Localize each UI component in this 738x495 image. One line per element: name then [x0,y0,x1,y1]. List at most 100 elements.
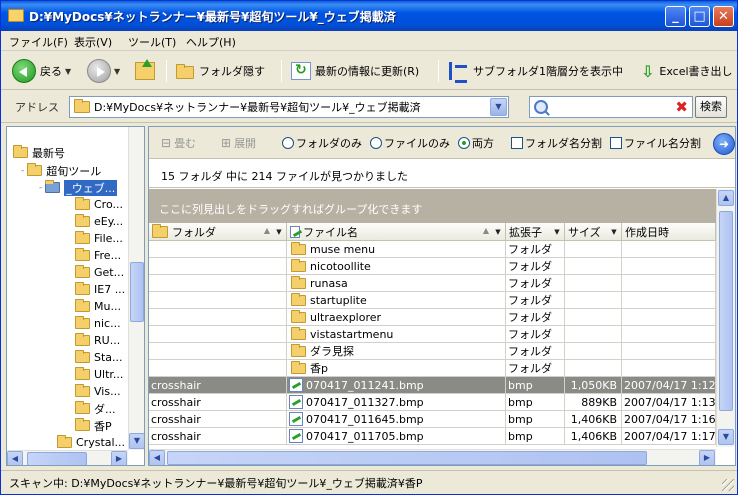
tree-item[interactable]: nic... [75,315,121,332]
tree-item[interactable]: Cro... [75,196,123,213]
address-dropdown-button[interactable]: ▼ [490,98,507,116]
scroll-down-button[interactable]: ▼ [129,433,144,449]
back-button[interactable]: 戻る ▼ [12,58,71,84]
address-input[interactable]: D:¥MyDocs¥ネットランナー¥最新号¥超旬ツール¥_ウェブ掲載済 ▼ [69,96,509,118]
radio-folders-only[interactable]: フォルダのみ [282,135,362,151]
hide-folders-button[interactable]: フォルダ隠す [175,58,265,84]
column-header-size[interactable]: サイズ ▼ [565,223,622,241]
table-row[interactable]: nicotoollite フォルダ [149,258,716,275]
tree-item[interactable]: Crystal... [57,434,125,451]
filter-dropdown-icon[interactable]: ▼ [609,227,619,237]
tree-item[interactable]: Sta... [75,349,123,366]
search-button[interactable]: 検索 [695,96,727,118]
refresh-button[interactable]: 最新の情報に更新(R) [291,58,419,84]
tree-item[interactable]: Get... [75,264,124,281]
forward-button[interactable]: ▼ [87,58,120,84]
scrollbar-thumb[interactable] [27,452,87,465]
cell-ext: フォルダ [506,292,565,309]
cell-name: ultraexplorer [287,309,506,326]
tree-item-selected[interactable]: - _ウェブ... [39,179,118,196]
resize-grip-icon[interactable] [722,479,734,491]
column-header-ext[interactable]: 拡張子 ▼ [506,223,565,241]
tree-item[interactable]: Ultr... [75,366,123,383]
scrollbar-thumb[interactable] [167,451,647,465]
table-row[interactable]: startuplite フォルダ [149,292,716,309]
minimize-button[interactable]: _ [665,6,686,27]
checkbox-split-folder-name[interactable]: フォルダ名分割 [511,135,602,151]
cell-size [565,241,622,258]
scroll-down-button[interactable]: ▼ [718,429,734,445]
scrollbar-thumb[interactable] [719,211,733,411]
tree-item[interactable]: - 超旬ツール [21,162,101,179]
folder-icon [291,292,306,306]
table-row[interactable]: muse menu フォルダ [149,241,716,258]
scroll-up-button[interactable]: ▲ [718,190,734,206]
cell-text: 香p [310,362,328,375]
collapse-button[interactable]: ⊟ 畳む [161,135,196,151]
tree-item[interactable]: eEy... [75,213,123,230]
folder-tree[interactable]: 最新号 - 超旬ツール - _ウェブ... Cro... eEy... File..… [6,126,145,466]
scroll-left-button[interactable]: ◀ [7,451,23,465]
close-button[interactable]: ✕ [713,6,734,27]
table-row[interactable]: runasa フォルダ [149,275,716,292]
cell-ext: フォルダ [506,360,565,377]
menu-view[interactable]: 表示(V) [74,34,112,50]
menu-help[interactable]: ヘルプ(H) [186,34,236,50]
group-by-area[interactable]: ここに列見出しをドラッグすればグループ化できます [149,189,716,223]
cell-ext: フォルダ [506,326,565,343]
table-row[interactable]: vistastartmenu フォルダ [149,326,716,343]
folder-icon [291,275,306,289]
tree-item[interactable]: Fre... [75,247,121,264]
tree-item[interactable]: 最新号 [13,144,65,161]
tree-item[interactable]: Mu... [75,298,121,315]
tree-item[interactable]: IE7 ... [75,281,125,298]
cell-folder [149,360,287,377]
filter-dropdown-icon[interactable]: ▼ [493,227,503,237]
scroll-right-button[interactable]: ▶ [111,451,127,465]
tree-item[interactable]: 香P [75,417,112,434]
grid-horizontal-scrollbar[interactable]: ◀ ▶ [149,449,716,465]
table-row[interactable]: ultraexplorer フォルダ [149,309,716,326]
tree-horizontal-scrollbar[interactable]: ◀ ▶ [7,450,128,465]
download-arrow-icon: ⇩ [641,61,655,81]
column-header-folder[interactable]: フォルダ ▲ ▼ [149,223,287,241]
maximize-button[interactable]: □ [689,6,710,27]
column-header-filename[interactable]: ファイル名 ▲ ▼ [287,223,506,241]
tree-item[interactable]: Vis... [75,383,121,400]
column-header-created[interactable]: 作成日時 [622,223,716,241]
table-row[interactable]: crosshair 070417_011241.bmp bmp 1,050KB 2007… [149,377,716,394]
radio-files-only[interactable]: ファイルのみ [370,135,450,151]
menu-tools[interactable]: ツール(T) [128,34,176,50]
menu-file[interactable]: ファイル(F) [9,34,68,50]
grid-vertical-scrollbar[interactable]: ▲ ▼ [716,189,735,447]
radio-both[interactable]: 両方 [458,135,494,151]
scrollbar-thumb[interactable] [130,262,144,322]
table-row[interactable]: crosshair 070417_011645.bmp bmp 1,406KB 2007… [149,411,716,428]
scroll-right-button[interactable]: ▶ [699,450,715,465]
tree-item[interactable]: ダ... [75,400,116,417]
scroll-left-button[interactable]: ◀ [149,450,165,465]
navigate-icon[interactable]: ➜ [713,133,735,155]
show-subfolders-button[interactable]: サブフォルダ1階層分を表示中 [449,58,623,84]
cell-ext: フォルダ [506,309,565,326]
tree-item[interactable]: File... [75,230,123,247]
cell-folder: crosshair [149,377,287,394]
tree-vertical-scrollbar[interactable]: ▼ [128,127,144,450]
filter-dropdown-icon[interactable]: ▼ [274,227,284,237]
up-folder-button[interactable] [135,58,159,84]
tree-item[interactable]: RU... [75,332,120,349]
table-row[interactable]: crosshair 070417_011705.bmp bmp 1,406KB 2007… [149,428,716,445]
clear-icon[interactable]: ✖ [675,98,688,116]
checkbox-split-file-name[interactable]: ファイル名分割 [610,135,701,151]
table-row[interactable]: crosshair 070417_011327.bmp bmp 889KB 2007/0… [149,394,716,411]
title-bar[interactable]: D:¥MyDocs¥ネットランナー¥最新号¥超旬ツール¥_ウェブ掲載済 _ □ … [1,1,737,31]
table-row[interactable]: ダラ見探 フォルダ [149,343,716,360]
excel-export-button[interactable]: ⇩ Excel書き出し [641,58,733,84]
expand-button[interactable]: ⊞ 展開 [221,135,256,151]
filter-dropdown-icon[interactable]: ▼ [552,227,562,237]
file-grid: フォルダ ▲ ▼ ファイル名 ▲ ▼ 拡張子 ▼ サイズ ▼ 作成日時 muse menu フ… [149,223,716,449]
cell-name: 070417_011327.bmp [287,394,506,411]
search-input[interactable]: ✖ [529,96,693,118]
folder-icon [13,145,28,158]
table-row[interactable]: 香p フォルダ [149,360,716,377]
